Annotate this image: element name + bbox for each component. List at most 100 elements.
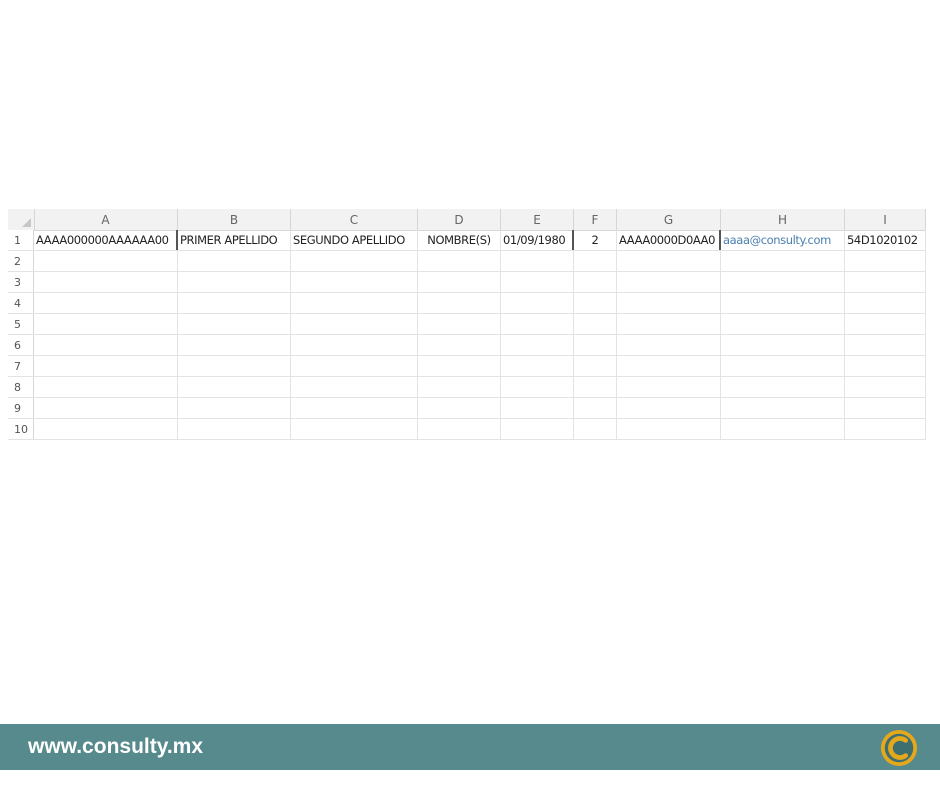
column-header-i[interactable]: I (845, 209, 926, 230)
column-header-f[interactable]: F (574, 209, 617, 230)
empty-cell[interactable] (34, 314, 178, 334)
empty-cell[interactable] (501, 335, 574, 355)
cell-g1[interactable]: AAAA0000D0AA0 (617, 230, 721, 250)
empty-cell[interactable] (34, 377, 178, 397)
row-header-9[interactable]: 9 (8, 398, 34, 418)
empty-cell[interactable] (291, 335, 418, 355)
empty-cell[interactable] (845, 398, 926, 418)
empty-cell[interactable] (574, 314, 617, 334)
empty-cell[interactable] (721, 272, 845, 292)
empty-cell[interactable] (501, 272, 574, 292)
column-header-h[interactable]: H (721, 209, 845, 230)
column-header-d[interactable]: D (418, 209, 501, 230)
empty-cell[interactable] (34, 419, 178, 439)
empty-cell[interactable] (721, 314, 845, 334)
empty-cell[interactable] (845, 272, 926, 292)
empty-cell[interactable] (418, 293, 501, 313)
column-header-g[interactable]: G (617, 209, 721, 230)
empty-cell[interactable] (501, 314, 574, 334)
empty-cell[interactable] (291, 377, 418, 397)
empty-cell[interactable] (721, 356, 845, 376)
empty-cell[interactable] (617, 398, 721, 418)
cell-e1[interactable]: 01/09/1980 (501, 230, 574, 250)
row-header-6[interactable]: 6 (8, 335, 34, 355)
empty-cell[interactable] (845, 335, 926, 355)
empty-cell[interactable] (617, 251, 721, 271)
empty-cell[interactable] (291, 419, 418, 439)
website-link[interactable]: www.consulty.mx (28, 724, 203, 770)
empty-cell[interactable] (418, 314, 501, 334)
empty-cell[interactable] (617, 419, 721, 439)
empty-cell[interactable] (574, 335, 617, 355)
empty-cell[interactable] (721, 398, 845, 418)
empty-cell[interactable] (34, 293, 178, 313)
empty-cell[interactable] (418, 356, 501, 376)
empty-cell[interactable] (617, 356, 721, 376)
empty-cell[interactable] (178, 272, 291, 292)
empty-cell[interactable] (501, 377, 574, 397)
empty-cell[interactable] (617, 293, 721, 313)
empty-cell[interactable] (291, 398, 418, 418)
empty-cell[interactable] (574, 293, 617, 313)
row-header-2[interactable]: 2 (8, 251, 34, 271)
empty-cell[interactable] (574, 356, 617, 376)
empty-cell[interactable] (418, 272, 501, 292)
empty-cell[interactable] (574, 251, 617, 271)
empty-cell[interactable] (418, 335, 501, 355)
empty-cell[interactable] (501, 293, 574, 313)
empty-cell[interactable] (34, 251, 178, 271)
cell-i1[interactable]: 54D1020102 (845, 230, 926, 250)
empty-cell[interactable] (501, 356, 574, 376)
empty-cell[interactable] (617, 314, 721, 334)
empty-cell[interactable] (721, 293, 845, 313)
row-header-3[interactable]: 3 (8, 272, 34, 292)
empty-cell[interactable] (721, 419, 845, 439)
empty-cell[interactable] (845, 377, 926, 397)
empty-cell[interactable] (501, 251, 574, 271)
empty-cell[interactable] (574, 419, 617, 439)
empty-cell[interactable] (34, 398, 178, 418)
empty-cell[interactable] (291, 293, 418, 313)
empty-cell[interactable] (178, 293, 291, 313)
empty-cell[interactable] (574, 272, 617, 292)
cell-b1[interactable]: PRIMER APELLIDO (178, 230, 291, 250)
row-header-5[interactable]: 5 (8, 314, 34, 334)
cell-f1[interactable]: 2 (574, 230, 617, 250)
empty-cell[interactable] (291, 356, 418, 376)
empty-cell[interactable] (291, 272, 418, 292)
cell-c1[interactable]: SEGUNDO APELLIDO (291, 230, 418, 250)
empty-cell[interactable] (617, 335, 721, 355)
empty-cell[interactable] (34, 335, 178, 355)
row-header-4[interactable]: 4 (8, 293, 34, 313)
cell-d1[interactable]: NOMBRE(S) (418, 230, 501, 250)
empty-cell[interactable] (617, 272, 721, 292)
row-header-8[interactable]: 8 (8, 377, 34, 397)
empty-cell[interactable] (617, 377, 721, 397)
column-header-b[interactable]: B (178, 209, 291, 230)
empty-cell[interactable] (418, 377, 501, 397)
empty-cell[interactable] (291, 251, 418, 271)
empty-cell[interactable] (845, 293, 926, 313)
column-header-c[interactable]: C (291, 209, 418, 230)
empty-cell[interactable] (291, 314, 418, 334)
cell-a1[interactable]: AAAA000000AAAAAA00 (34, 230, 178, 250)
column-header-e[interactable]: E (501, 209, 574, 230)
empty-cell[interactable] (845, 314, 926, 334)
empty-cell[interactable] (34, 356, 178, 376)
empty-cell[interactable] (418, 251, 501, 271)
empty-cell[interactable] (178, 398, 291, 418)
empty-cell[interactable] (574, 377, 617, 397)
empty-cell[interactable] (418, 398, 501, 418)
empty-cell[interactable] (721, 335, 845, 355)
empty-cell[interactable] (501, 419, 574, 439)
row-header-1[interactable]: 1 (8, 230, 34, 250)
empty-cell[interactable] (845, 251, 926, 271)
empty-cell[interactable] (845, 419, 926, 439)
cell-h1-email-link[interactable]: aaaa@consulty.com (721, 230, 845, 250)
empty-cell[interactable] (418, 419, 501, 439)
empty-cell[interactable] (721, 251, 845, 271)
empty-cell[interactable] (178, 419, 291, 439)
row-header-10[interactable]: 10 (8, 419, 34, 439)
empty-cell[interactable] (845, 356, 926, 376)
empty-cell[interactable] (178, 377, 291, 397)
